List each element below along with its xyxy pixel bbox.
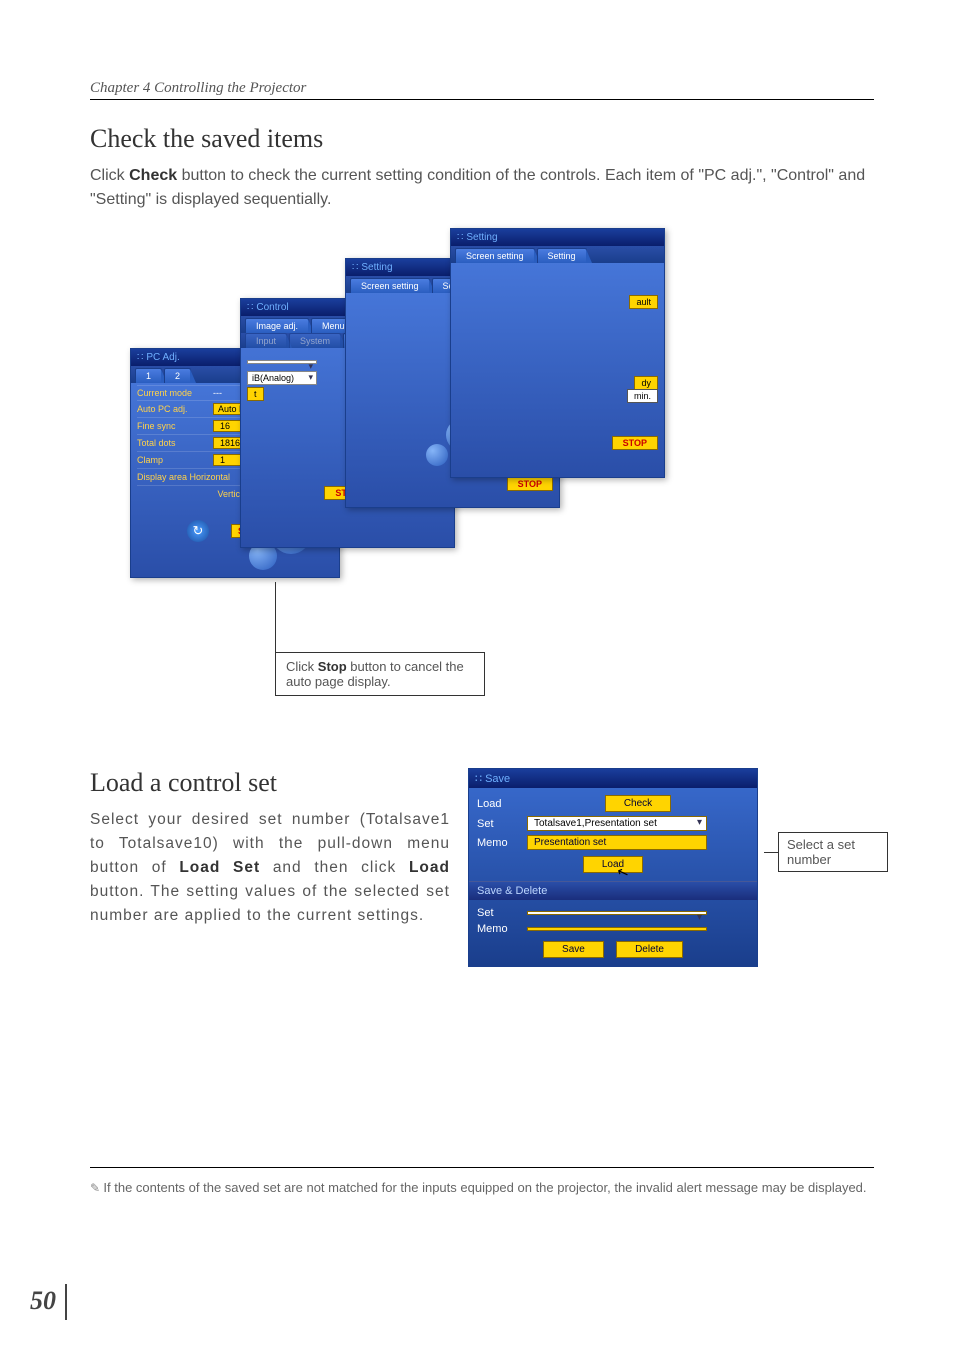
- set-label: Set: [477, 907, 521, 919]
- panel-title: ∷ Setting: [451, 229, 664, 246]
- tab-input[interactable]: Input: [245, 333, 287, 348]
- page-number-bar: [65, 1284, 67, 1320]
- callout-line: [764, 852, 778, 853]
- callout-box: Select a set number: [778, 832, 888, 872]
- refresh-icon[interactable]: ↻: [187, 520, 209, 542]
- title-text: Setting: [361, 262, 392, 273]
- check-button[interactable]: Check: [605, 795, 671, 812]
- heading-check-saved-items: Check the saved items: [90, 124, 874, 154]
- cascaded-panels: ∷Setting Screen setting Setting ault dy …: [130, 228, 874, 748]
- dots-icon: ∷: [475, 773, 485, 785]
- row-label: Vertical: [137, 489, 247, 499]
- stop-button[interactable]: STOP: [612, 436, 658, 450]
- value-box: min.: [627, 389, 658, 403]
- tab-system[interactable]: System: [289, 333, 341, 348]
- callout: Select a set number: [764, 832, 888, 872]
- save-header: ∷ Save: [469, 769, 757, 788]
- chapter-header: Chapter 4 Controlling the Projector: [90, 80, 874, 100]
- row-label: Fine sync: [137, 421, 207, 431]
- load-word: Load: [409, 859, 450, 876]
- text: Click: [90, 167, 129, 184]
- stop-button[interactable]: STOP: [507, 477, 553, 491]
- page-number: 50: [30, 1286, 56, 1316]
- text: button to check the current setting cond…: [90, 167, 865, 208]
- stop-word: Stop: [318, 659, 347, 674]
- title-text: PC Adj.: [146, 352, 179, 363]
- set-label: Set: [477, 818, 521, 830]
- pencil-icon: ✎: [90, 1181, 103, 1195]
- footnote: ✎ If the contents of the saved set are n…: [90, 1178, 874, 1198]
- save-delete-header: Save & Delete: [469, 881, 757, 900]
- memo-label: Memo: [477, 837, 521, 849]
- load-set-word: Load Set: [179, 859, 260, 876]
- memo-label: Memo: [477, 923, 521, 935]
- dots-icon: ∷: [457, 232, 462, 243]
- combo-val: Totalsave1,Presentation set: [534, 818, 657, 829]
- leader-line: [275, 582, 276, 652]
- text: button. The setting values of the select…: [90, 883, 450, 924]
- title-text: Setting: [466, 232, 497, 243]
- tab-setting[interactable]: Setting: [537, 248, 587, 263]
- row-label: Current mode: [137, 388, 207, 398]
- dots-icon: ∷: [137, 352, 142, 363]
- memo-field: Presentation set: [527, 835, 707, 850]
- set-combo-2[interactable]: [527, 911, 707, 915]
- text: Click: [286, 659, 318, 674]
- delete-button[interactable]: Delete: [616, 941, 683, 958]
- value-box: t: [247, 387, 264, 401]
- tab-2[interactable]: 2: [164, 368, 191, 383]
- tab-screen-setting[interactable]: Screen setting: [350, 278, 430, 293]
- row-label: Auto PC adj.: [137, 404, 207, 414]
- row-val: ---: [213, 388, 222, 398]
- footer-rule: [90, 1167, 874, 1168]
- heading-load-control-set: Load a control set: [90, 768, 450, 798]
- para-load-control: Select your desired set number (Totalsav…: [90, 808, 450, 928]
- title-text: Control: [256, 302, 288, 313]
- footnote-text: If the contents of the saved set are not…: [103, 1180, 866, 1195]
- dots-icon: ∷: [247, 302, 252, 313]
- tab-screen-setting[interactable]: Screen setting: [455, 248, 535, 263]
- stop-note: Click Stop button to cancel the auto pag…: [275, 652, 485, 696]
- tab-1[interactable]: 1: [135, 368, 162, 383]
- set-combo[interactable]: Totalsave1,Presentation set: [527, 816, 707, 831]
- load-label: Load: [477, 798, 521, 810]
- row-label: Clamp: [137, 455, 207, 465]
- load-button[interactable]: Load: [583, 856, 643, 873]
- check-word: Check: [129, 167, 177, 184]
- title-text: Save: [485, 773, 510, 785]
- value-box: ault: [629, 295, 658, 309]
- value-box: dy: [634, 376, 658, 390]
- save-panel: ∷ Save Load Check Set Totalsave1,Present…: [468, 768, 758, 967]
- dots-icon: ∷: [352, 262, 357, 273]
- save-button[interactable]: Save: [543, 941, 604, 958]
- dropdown[interactable]: [247, 360, 317, 364]
- text: and then click: [260, 859, 409, 876]
- row-label: Total dots: [137, 438, 207, 448]
- tab-image-adj[interactable]: Image adj.: [245, 318, 309, 333]
- row-label: Display area Horizontal: [137, 472, 247, 482]
- memo-field-2[interactable]: [527, 927, 707, 931]
- para-check-saved: Click Check button to check the current …: [90, 164, 874, 212]
- setting-panel-back: ∷Setting Screen setting Setting ault dy …: [450, 228, 665, 478]
- dd-val: iB(Analog): [252, 373, 294, 383]
- dropdown[interactable]: iB(Analog): [247, 371, 317, 385]
